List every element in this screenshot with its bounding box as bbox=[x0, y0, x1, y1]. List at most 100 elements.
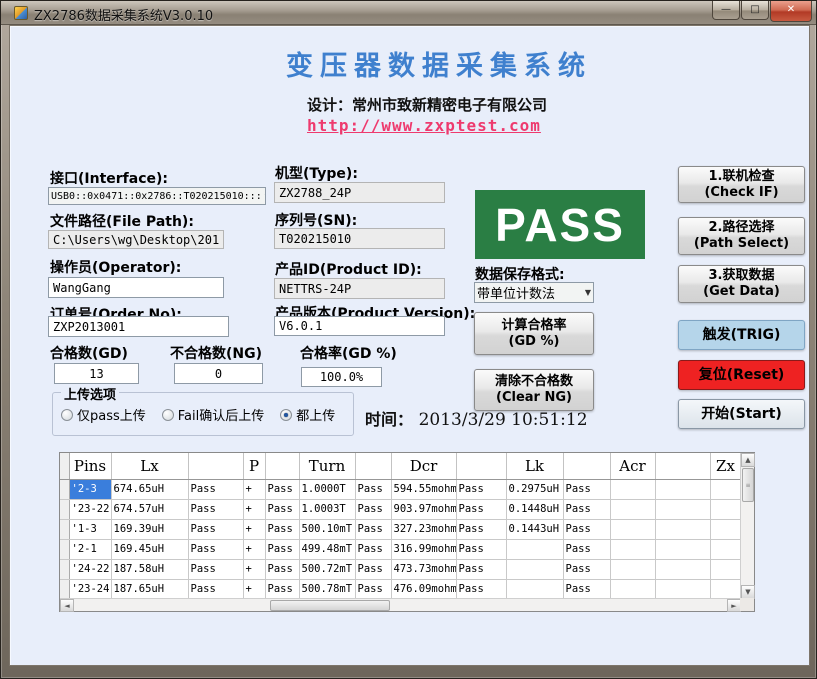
scrollbar-corner bbox=[740, 598, 754, 611]
table-cell bbox=[610, 539, 655, 559]
table-cell: '24-22 bbox=[69, 559, 111, 579]
table-row[interactable]: '1-3169.39uHPass+Pass500.10mTPass327.23m… bbox=[60, 519, 741, 539]
upload-option-2[interactable]: 都上传 bbox=[280, 405, 335, 424]
vertical-scroll-thumb[interactable]: ≡ bbox=[742, 468, 754, 502]
table-header-cell[interactable] bbox=[355, 453, 391, 479]
product-id-field[interactable] bbox=[274, 278, 445, 299]
table-cell: 903.97mohm bbox=[391, 499, 456, 519]
table-header-cell[interactable]: Lx bbox=[111, 453, 188, 479]
file-path-label: 文件路径(File Path): bbox=[50, 211, 194, 231]
title-bar[interactable]: ZX2786数据采集系统V3.0.10 — □ ✕ bbox=[1, 1, 816, 25]
path-select-button[interactable]: 2.路径选择 (Path Select) bbox=[678, 217, 805, 255]
table-row[interactable]: '2-3674.65uHPass+Pass1.0000TPass594.55mo… bbox=[60, 479, 741, 499]
table-cell: Pass bbox=[188, 499, 243, 519]
table-header-cell[interactable] bbox=[60, 453, 69, 479]
horizontal-scrollbar[interactable]: ◄ ► bbox=[60, 598, 741, 611]
table-header-cell[interactable]: Acr bbox=[610, 453, 655, 479]
app-window: ZX2786数据采集系统V3.0.10 — □ ✕ 变压器数据采集系统 设计：常… bbox=[0, 0, 817, 679]
radio-icon[interactable] bbox=[61, 409, 73, 421]
table-header-cell[interactable]: Dcr bbox=[391, 453, 456, 479]
vertical-scrollbar[interactable]: ▲ ≡ ▼ bbox=[740, 453, 754, 599]
gd-count-label: 合格数(GD) bbox=[50, 343, 128, 363]
table-header-cell[interactable]: P bbox=[243, 453, 265, 479]
close-button[interactable]: ✕ bbox=[770, 1, 812, 22]
upload-option-1[interactable]: Fail确认后上传 bbox=[162, 405, 264, 424]
scroll-right-icon[interactable]: ► bbox=[727, 599, 741, 612]
chevron-down-icon: ▼ bbox=[262, 192, 266, 201]
table-cell: Pass bbox=[563, 499, 610, 519]
upload-option-0[interactable]: 仅pass上传 bbox=[61, 405, 146, 424]
table-row[interactable]: '23-22674.57uHPass+Pass1.0003TPass903.97… bbox=[60, 499, 741, 519]
table-header-cell[interactable]: Zx bbox=[710, 453, 741, 479]
table-cell: Pass bbox=[355, 559, 391, 579]
sn-field[interactable] bbox=[274, 228, 445, 249]
table-row[interactable]: '2-1169.45uHPass+Pass499.48mTPass316.99m… bbox=[60, 539, 741, 559]
table-cell bbox=[710, 579, 741, 599]
table-cell: + bbox=[243, 559, 265, 579]
operator-field[interactable] bbox=[48, 277, 224, 298]
clear-ng-button[interactable]: 清除不合格数 (Clear NG) bbox=[474, 369, 594, 411]
table-header-cell[interactable] bbox=[188, 453, 243, 479]
trig-button[interactable]: 触发(TRIG) bbox=[678, 320, 805, 350]
table-cell: 476.09mohm bbox=[391, 579, 456, 599]
gd-rate-field[interactable] bbox=[301, 367, 382, 387]
upload-option-label: 都上传 bbox=[296, 405, 335, 424]
table-header-cell[interactable]: Pins bbox=[69, 453, 111, 479]
row-selector bbox=[60, 579, 69, 599]
calc-gd-button[interactable]: 计算合格率 (GD %) bbox=[474, 312, 594, 355]
interface-combobox[interactable]: USB0::0x0471::0x2786::T020215010::: ▼ bbox=[48, 187, 266, 205]
table-header-cell[interactable]: Lk bbox=[506, 453, 563, 479]
table-header-cell[interactable] bbox=[456, 453, 506, 479]
start-button[interactable]: 开始(Start) bbox=[678, 399, 805, 429]
table-cell bbox=[610, 499, 655, 519]
scroll-down-icon[interactable]: ▼ bbox=[741, 585, 755, 599]
scroll-up-icon[interactable]: ▲ bbox=[741, 453, 755, 467]
time-display: 时间： 2013/3/29 10:51:12 bbox=[365, 406, 588, 430]
reset-button[interactable]: 复位(Reset) bbox=[678, 360, 805, 390]
table-cell: 674.65uH bbox=[111, 479, 188, 499]
table-header-cell[interactable] bbox=[563, 453, 610, 479]
file-path-field[interactable] bbox=[48, 230, 224, 249]
scroll-left-icon[interactable]: ◄ bbox=[60, 599, 74, 612]
table-cell: 169.39uH bbox=[111, 519, 188, 539]
table-cell: '23-24 bbox=[69, 579, 111, 599]
product-version-field[interactable] bbox=[274, 316, 445, 336]
table-cell: Pass bbox=[456, 539, 506, 559]
table-row[interactable]: '24-22187.58uHPass+Pass500.72mTPass473.7… bbox=[60, 559, 741, 579]
row-selector bbox=[60, 539, 69, 559]
radio-icon[interactable] bbox=[280, 409, 292, 421]
radio-icon[interactable] bbox=[162, 409, 174, 421]
upload-option-label: 仅pass上传 bbox=[77, 405, 146, 424]
table-cell: 187.65uH bbox=[111, 579, 188, 599]
website-link[interactable]: http://www.zxptest.com bbox=[307, 116, 541, 135]
table-cell: Pass bbox=[265, 559, 299, 579]
type-field[interactable] bbox=[274, 182, 445, 203]
ng-count-label: 不合格数(NG) bbox=[170, 343, 262, 363]
maximize-button[interactable]: □ bbox=[741, 1, 769, 20]
check-if-button[interactable]: 1.联机检查 (Check IF) bbox=[678, 166, 805, 203]
table-cell: Pass bbox=[456, 519, 506, 539]
table-row[interactable]: '23-24187.65uHPass+Pass500.78mTPass476.0… bbox=[60, 579, 741, 599]
table-cell: Pass bbox=[188, 559, 243, 579]
table-cell bbox=[610, 479, 655, 499]
results-table: PinsLxPTurnDcrLkAcrZx'2-3674.65uHPass+Pa… bbox=[60, 453, 742, 600]
table-header-cell[interactable] bbox=[655, 453, 710, 479]
table-cell bbox=[655, 539, 710, 559]
save-format-combobox[interactable]: 带单位计数法 ▼ bbox=[474, 282, 594, 303]
table-header-cell[interactable] bbox=[265, 453, 299, 479]
get-data-button[interactable]: 3.获取数据 (Get Data) bbox=[678, 265, 805, 303]
gd-count-field[interactable] bbox=[54, 363, 139, 384]
window-title: ZX2786数据采集系统V3.0.10 bbox=[34, 5, 213, 24]
table-cell: Pass bbox=[563, 519, 610, 539]
minimize-button[interactable]: — bbox=[712, 1, 740, 20]
table-cell: Pass bbox=[265, 579, 299, 599]
table-cell: 316.99mohm bbox=[391, 539, 456, 559]
table-cell: Pass bbox=[188, 579, 243, 599]
table-cell bbox=[655, 499, 710, 519]
order-no-field[interactable] bbox=[48, 316, 229, 337]
horizontal-scroll-thumb[interactable] bbox=[270, 600, 390, 611]
table-cell: Pass bbox=[563, 479, 610, 499]
upload-options-list: 仅pass上传 Fail确认后上传 都上传 bbox=[61, 405, 335, 424]
ng-count-field[interactable] bbox=[174, 363, 263, 384]
table-header-cell[interactable]: Turn bbox=[299, 453, 355, 479]
